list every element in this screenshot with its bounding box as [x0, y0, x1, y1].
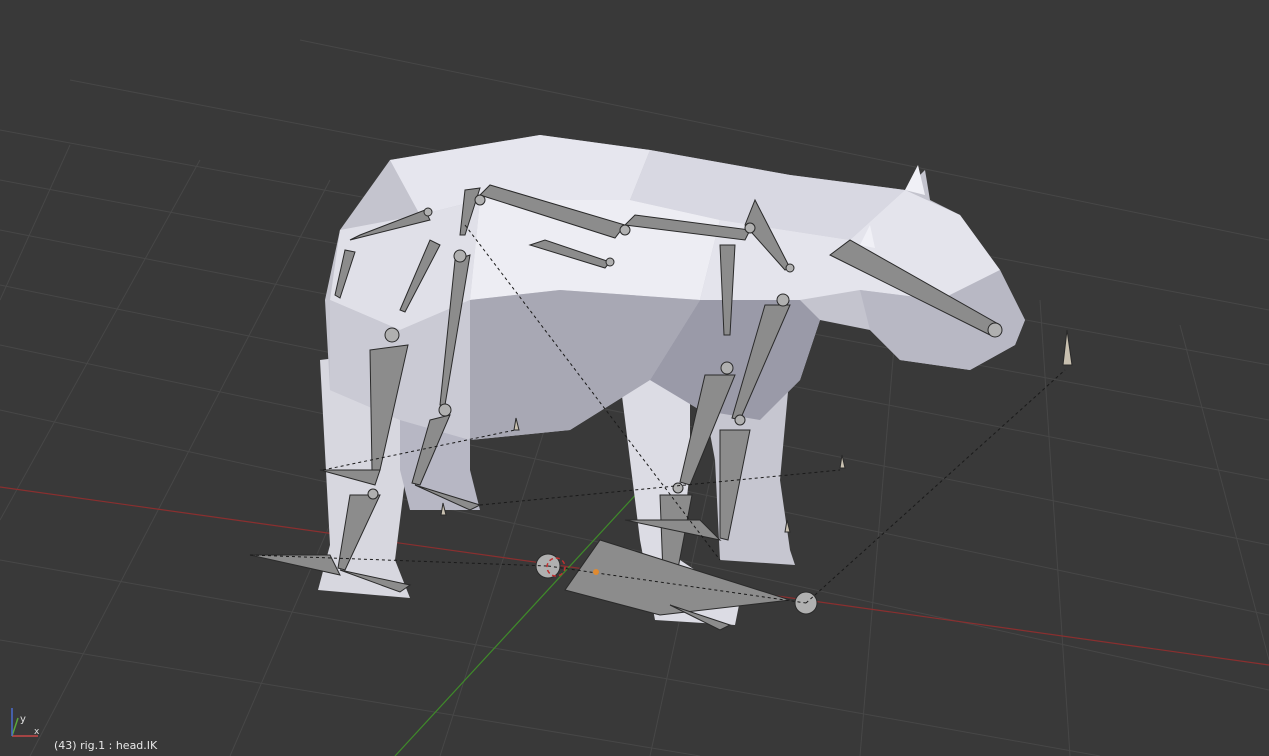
3d-viewport[interactable]: y x (43) rig.1 : head.IK [0, 0, 1269, 756]
y-axis-line [394, 489, 641, 756]
viewport-status-text: (43) rig.1 : head.IK [54, 739, 158, 752]
gizmo-x-label: x [34, 727, 40, 737]
gizmo-y-label: y [20, 714, 26, 725]
viewport-scene[interactable] [0, 0, 1269, 756]
orientation-gizmo-icon: y x [11, 708, 40, 737]
